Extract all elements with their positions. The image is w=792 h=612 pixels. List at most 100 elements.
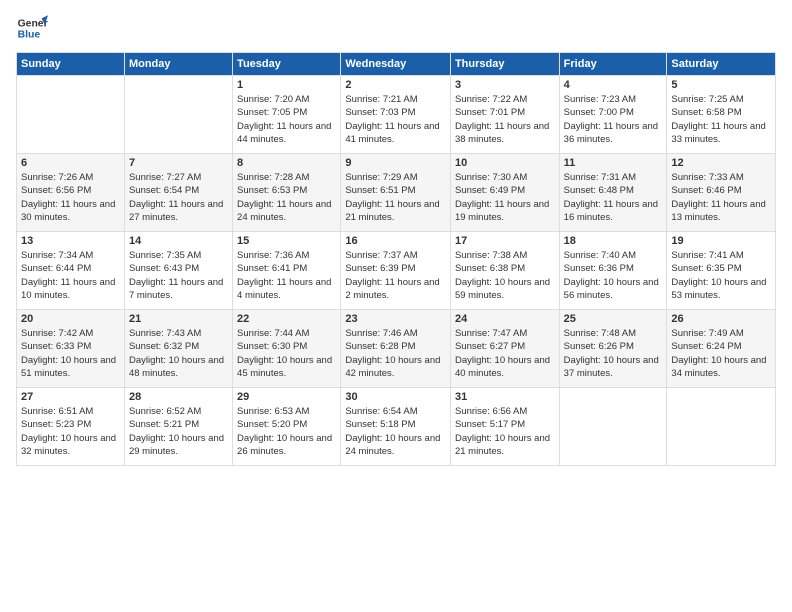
day-detail: Sunrise: 6:51 AM Sunset: 5:23 PM Dayligh…: [21, 405, 120, 458]
calendar-cell: 28 Sunrise: 6:52 AM Sunset: 5:21 PM Dayli…: [124, 388, 232, 466]
logo-icon: General Blue: [16, 12, 48, 44]
calendar-cell: 7 Sunrise: 7:27 AM Sunset: 6:54 PM Daylig…: [124, 154, 232, 232]
day-detail: Sunrise: 7:47 AM Sunset: 6:27 PM Dayligh…: [455, 327, 555, 380]
calendar-day-header: Saturday: [667, 53, 776, 76]
day-detail: Sunrise: 7:29 AM Sunset: 6:51 PM Dayligh…: [345, 171, 446, 224]
day-number: 6: [21, 157, 120, 169]
day-number: 1: [237, 79, 336, 91]
calendar-week-row: 1 Sunrise: 7:20 AM Sunset: 7:05 PM Daylig…: [17, 76, 776, 154]
day-detail: Sunrise: 7:33 AM Sunset: 6:46 PM Dayligh…: [671, 171, 771, 224]
day-number: 17: [455, 235, 555, 247]
svg-text:Blue: Blue: [18, 30, 41, 41]
day-number: 29: [237, 391, 336, 403]
day-number: 4: [564, 79, 663, 91]
calendar-week-row: 27Sunrise: 6:51 AM Sunset: 5:23 PM Dayli…: [17, 388, 776, 466]
calendar-cell: 8 Sunrise: 7:28 AM Sunset: 6:53 PM Daylig…: [233, 154, 341, 232]
calendar-week-row: 6 Sunrise: 7:26 AM Sunset: 6:56 PM Daylig…: [17, 154, 776, 232]
day-detail: Sunrise: 7:27 AM Sunset: 6:54 PM Dayligh…: [129, 171, 228, 224]
day-detail: Sunrise: 7:42 AM Sunset: 6:33 PM Dayligh…: [21, 327, 120, 380]
calendar-cell: 9 Sunrise: 7:29 AM Sunset: 6:51 PM Daylig…: [341, 154, 451, 232]
day-detail: Sunrise: 7:26 AM Sunset: 6:56 PM Dayligh…: [21, 171, 120, 224]
day-number: 18: [564, 235, 663, 247]
logo: General Blue: [16, 12, 48, 44]
calendar-cell: 31 Sunrise: 6:56 AM Sunset: 5:17 PM Dayli…: [450, 388, 559, 466]
calendar-day-header: Sunday: [17, 53, 125, 76]
day-detail: Sunrise: 7:43 AM Sunset: 6:32 PM Dayligh…: [129, 327, 228, 380]
calendar-cell: 3 Sunrise: 7:22 AM Sunset: 7:01 PM Daylig…: [450, 76, 559, 154]
calendar-cell: 23Sunrise: 7:46 AM Sunset: 6:28 PM Dayli…: [341, 310, 451, 388]
day-number: 31: [455, 391, 555, 403]
day-detail: Sunrise: 7:38 AM Sunset: 6:38 PM Dayligh…: [455, 249, 555, 302]
day-number: 22: [237, 313, 336, 325]
day-detail: Sunrise: 7:28 AM Sunset: 6:53 PM Dayligh…: [237, 171, 336, 224]
day-detail: Sunrise: 6:52 AM Sunset: 5:21 PM Dayligh…: [129, 405, 228, 458]
calendar-day-header: Wednesday: [341, 53, 451, 76]
day-number: 28: [129, 391, 228, 403]
calendar-week-row: 13Sunrise: 7:34 AM Sunset: 6:44 PM Dayli…: [17, 232, 776, 310]
day-number: 15: [237, 235, 336, 247]
day-detail: Sunrise: 6:53 AM Sunset: 5:20 PM Dayligh…: [237, 405, 336, 458]
calendar-table: SundayMondayTuesdayWednesdayThursdayFrid…: [16, 52, 776, 466]
calendar-cell: 27Sunrise: 6:51 AM Sunset: 5:23 PM Dayli…: [17, 388, 125, 466]
day-detail: Sunrise: 6:54 AM Sunset: 5:18 PM Dayligh…: [345, 405, 446, 458]
calendar-day-header: Friday: [559, 53, 667, 76]
day-detail: Sunrise: 7:25 AM Sunset: 6:58 PM Dayligh…: [671, 93, 771, 146]
calendar-day-header: Thursday: [450, 53, 559, 76]
calendar-cell: 24 Sunrise: 7:47 AM Sunset: 6:27 PM Dayli…: [450, 310, 559, 388]
day-detail: Sunrise: 7:22 AM Sunset: 7:01 PM Dayligh…: [455, 93, 555, 146]
day-number: 9: [345, 157, 446, 169]
calendar-cell: 6 Sunrise: 7:26 AM Sunset: 6:56 PM Daylig…: [17, 154, 125, 232]
day-detail: Sunrise: 7:21 AM Sunset: 7:03 PM Dayligh…: [345, 93, 446, 146]
day-number: 3: [455, 79, 555, 91]
day-number: 5: [671, 79, 771, 91]
day-number: 10: [455, 157, 555, 169]
day-detail: Sunrise: 7:36 AM Sunset: 6:41 PM Dayligh…: [237, 249, 336, 302]
calendar-cell: [17, 76, 125, 154]
day-detail: Sunrise: 7:31 AM Sunset: 6:48 PM Dayligh…: [564, 171, 663, 224]
day-detail: Sunrise: 7:37 AM Sunset: 6:39 PM Dayligh…: [345, 249, 446, 302]
day-number: 19: [671, 235, 771, 247]
calendar-day-header: Monday: [124, 53, 232, 76]
calendar-cell: 5 Sunrise: 7:25 AM Sunset: 6:58 PM Daylig…: [667, 76, 776, 154]
day-detail: Sunrise: 7:41 AM Sunset: 6:35 PM Dayligh…: [671, 249, 771, 302]
calendar-cell: 18 Sunrise: 7:40 AM Sunset: 6:36 PM Dayli…: [559, 232, 667, 310]
calendar-cell: 4 Sunrise: 7:23 AM Sunset: 7:00 PM Daylig…: [559, 76, 667, 154]
calendar-week-row: 20 Sunrise: 7:42 AM Sunset: 6:33 PM Dayli…: [17, 310, 776, 388]
calendar-cell: 20 Sunrise: 7:42 AM Sunset: 6:33 PM Dayli…: [17, 310, 125, 388]
day-number: 26: [671, 313, 771, 325]
calendar-cell: 2Sunrise: 7:21 AM Sunset: 7:03 PM Daylig…: [341, 76, 451, 154]
calendar-cell: [559, 388, 667, 466]
calendar-cell: [667, 388, 776, 466]
day-number: 11: [564, 157, 663, 169]
day-detail: Sunrise: 7:23 AM Sunset: 7:00 PM Dayligh…: [564, 93, 663, 146]
day-detail: Sunrise: 7:49 AM Sunset: 6:24 PM Dayligh…: [671, 327, 771, 380]
day-detail: Sunrise: 7:46 AM Sunset: 6:28 PM Dayligh…: [345, 327, 446, 380]
day-number: 30: [345, 391, 446, 403]
calendar-cell: 19 Sunrise: 7:41 AM Sunset: 6:35 PM Dayli…: [667, 232, 776, 310]
day-detail: Sunrise: 7:20 AM Sunset: 7:05 PM Dayligh…: [237, 93, 336, 146]
day-number: 16: [345, 235, 446, 247]
day-number: 7: [129, 157, 228, 169]
calendar-cell: 15 Sunrise: 7:36 AM Sunset: 6:41 PM Dayli…: [233, 232, 341, 310]
calendar-cell: 17 Sunrise: 7:38 AM Sunset: 6:38 PM Dayli…: [450, 232, 559, 310]
calendar-cell: 25Sunrise: 7:48 AM Sunset: 6:26 PM Dayli…: [559, 310, 667, 388]
day-detail: Sunrise: 7:40 AM Sunset: 6:36 PM Dayligh…: [564, 249, 663, 302]
calendar-cell: 29 Sunrise: 6:53 AM Sunset: 5:20 PM Dayli…: [233, 388, 341, 466]
calendar-day-header: Tuesday: [233, 53, 341, 76]
day-detail: Sunrise: 7:35 AM Sunset: 6:43 PM Dayligh…: [129, 249, 228, 302]
day-number: 8: [237, 157, 336, 169]
calendar-cell: 10Sunrise: 7:30 AM Sunset: 6:49 PM Dayli…: [450, 154, 559, 232]
page-header: General Blue: [16, 12, 776, 44]
calendar-cell: 30 Sunrise: 6:54 AM Sunset: 5:18 PM Dayli…: [341, 388, 451, 466]
day-number: 12: [671, 157, 771, 169]
day-number: 24: [455, 313, 555, 325]
day-number: 20: [21, 313, 120, 325]
day-number: 13: [21, 235, 120, 247]
calendar-cell: 14 Sunrise: 7:35 AM Sunset: 6:43 PM Dayli…: [124, 232, 232, 310]
day-detail: Sunrise: 6:56 AM Sunset: 5:17 PM Dayligh…: [455, 405, 555, 458]
calendar-cell: 22Sunrise: 7:44 AM Sunset: 6:30 PM Dayli…: [233, 310, 341, 388]
calendar-cell: 21Sunrise: 7:43 AM Sunset: 6:32 PM Dayli…: [124, 310, 232, 388]
day-number: 25: [564, 313, 663, 325]
day-number: 14: [129, 235, 228, 247]
calendar-cell: 1 Sunrise: 7:20 AM Sunset: 7:05 PM Daylig…: [233, 76, 341, 154]
